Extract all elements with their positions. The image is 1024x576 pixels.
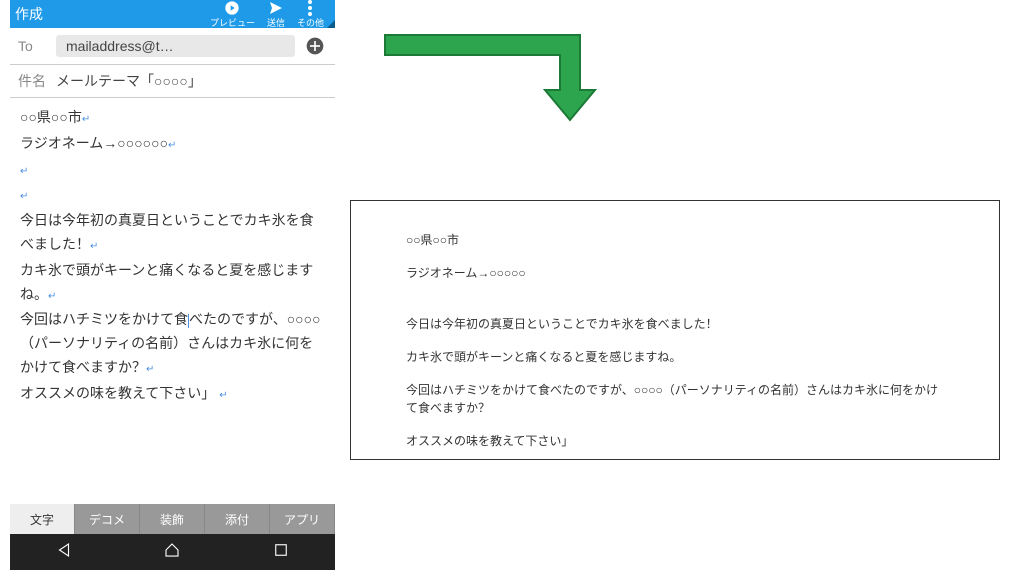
- body-line-2: ラジオネーム→○○○○○○: [20, 135, 168, 151]
- preview-button[interactable]: プレビュー: [204, 0, 261, 29]
- output-line-1: ○○県○○市: [406, 231, 944, 249]
- to-label: To: [18, 38, 56, 54]
- body-line-3: 今日は今年初の真夏日ということでカキ氷を食べました！: [20, 212, 314, 252]
- output-line-6: オススメの味を教えて下さい」: [406, 432, 944, 450]
- header-actions: プレビュー 送信 その他: [204, 0, 330, 29]
- body-line-6: オススメの味を教えて下さい」: [20, 385, 215, 401]
- subject-input[interactable]: メールテーマ「○○○○」: [56, 71, 202, 91]
- to-row: To mailaddress@t…: [10, 28, 335, 65]
- subject-label: 件名: [18, 71, 56, 91]
- corner-indicator: [327, 20, 335, 28]
- tab-app[interactable]: アプリ: [270, 504, 335, 534]
- home-button[interactable]: [163, 541, 181, 564]
- send-button[interactable]: 送信: [261, 0, 291, 29]
- output-line-5: 今回はハチミツをかけて食べたのですが、○○○○（パーソナリティの名前）さんはカキ…: [406, 381, 944, 417]
- tab-deco[interactable]: デコメ: [75, 504, 140, 534]
- other-label: その他: [297, 16, 324, 29]
- editor-tabs: 文字 デコメ 装飾 添付 アプリ: [10, 504, 335, 534]
- android-navbar: [10, 534, 335, 570]
- output-line-4: カキ氷で頭がキーンと痛くなると夏を感じますね。: [406, 348, 944, 366]
- tab-attach[interactable]: 添付: [205, 504, 270, 534]
- body-line-1: ○○県○○市: [20, 109, 82, 125]
- output-preview: ○○県○○市 ラジオネーム→○○○○○ 今日は今年初の真夏日ということでカキ氷を…: [350, 200, 1000, 460]
- output-line-3: 今日は今年初の真夏日ということでカキ氷を食べました！: [406, 315, 944, 333]
- send-label: 送信: [267, 16, 285, 29]
- email-body-editor[interactable]: ○○県○○市↵ ラジオネーム→○○○○○○↵ ↵ ↵ 今日は今年初の真夏日という…: [10, 98, 335, 504]
- to-address-chip[interactable]: mailaddress@t…: [56, 35, 295, 57]
- email-compose-screen: 作成 プレビュー 送信 その他 To mailaddress@t… 件名 メール…: [10, 0, 335, 570]
- tab-text[interactable]: 文字: [10, 504, 75, 534]
- body-line-4: カキ氷で頭がキーンと痛くなると夏を感じますね。: [20, 262, 313, 302]
- add-recipient-button[interactable]: [303, 34, 327, 58]
- screen-title: 作成: [15, 4, 204, 24]
- more-button[interactable]: その他: [291, 0, 330, 29]
- compose-header: 作成 プレビュー 送信 その他: [10, 0, 335, 28]
- preview-label: プレビュー: [210, 16, 255, 29]
- subject-row[interactable]: 件名 メールテーマ「○○○○」: [10, 65, 335, 98]
- output-line-2: ラジオネーム→○○○○○: [406, 264, 944, 282]
- back-button[interactable]: [55, 541, 73, 564]
- arrow-icon: [380, 30, 610, 125]
- tab-style[interactable]: 装飾: [140, 504, 205, 534]
- recent-button[interactable]: [272, 541, 290, 564]
